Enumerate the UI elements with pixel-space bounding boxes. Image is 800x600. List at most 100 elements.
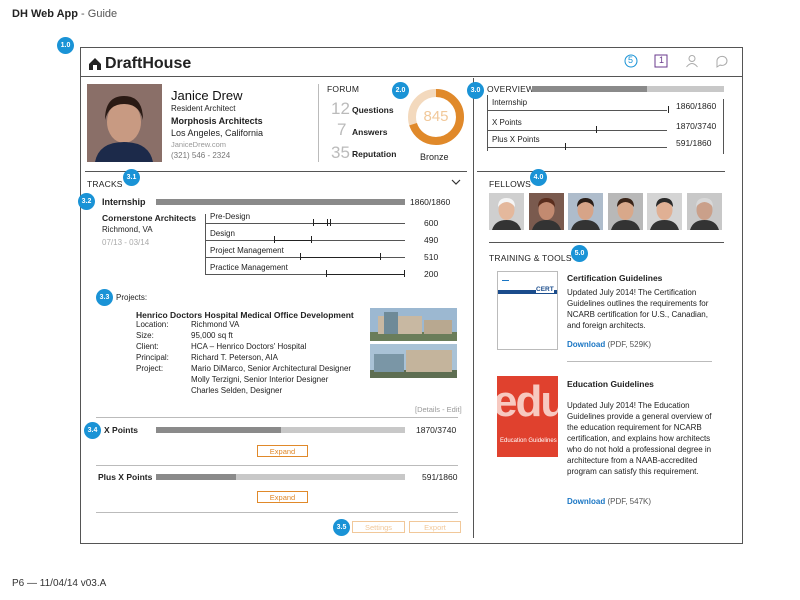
app-logo[interactable]: DraftHouse bbox=[88, 55, 191, 73]
thumb-line bbox=[502, 280, 509, 281]
fellow-avatar[interactable] bbox=[568, 193, 603, 230]
xpoints-value: 1870/3740 bbox=[416, 425, 457, 435]
profile-email[interactable]: JaniceDrew.com bbox=[171, 140, 226, 149]
project-image-exterior[interactable] bbox=[370, 308, 457, 341]
overview-row-label: Internship bbox=[492, 98, 528, 107]
file-meta: (PDF, 547K) bbox=[607, 497, 652, 506]
notifications-button[interactable]: 5 bbox=[624, 54, 638, 68]
project-detail-value: Richard T. Peterson, AIA bbox=[191, 353, 279, 362]
category-marker bbox=[300, 253, 301, 260]
chat-button[interactable] bbox=[715, 54, 729, 68]
overview-rows-right-bracket bbox=[723, 99, 724, 154]
annotation-badge: 3.5 bbox=[333, 519, 350, 536]
project-detail-value: Charles Selden, Designer bbox=[191, 386, 283, 395]
category-range bbox=[300, 257, 380, 258]
project-detail-value: Richmond VA bbox=[191, 320, 240, 329]
category-range bbox=[274, 240, 311, 241]
questions-label[interactable]: Questions bbox=[352, 105, 394, 115]
fellow-avatar[interactable] bbox=[647, 193, 682, 230]
overview-row-line bbox=[487, 147, 667, 148]
download-link[interactable]: Download bbox=[567, 497, 605, 506]
fellow-portrait-illustration bbox=[607, 193, 643, 230]
project-details-edit-link[interactable]: [Details - Edit] bbox=[415, 405, 462, 414]
edu-guidelines-title[interactable]: Education Guidelines bbox=[567, 379, 654, 389]
chat-bubble-icon bbox=[716, 55, 728, 68]
category-marker bbox=[404, 270, 405, 277]
internship-value: 1860/1860 bbox=[410, 197, 451, 207]
plusx-progress-fill bbox=[156, 474, 236, 480]
fellow-portrait-illustration bbox=[489, 193, 524, 230]
doc-footer: P6 — 11/04/14 v03.A bbox=[12, 578, 107, 589]
internship-dates: 07/13 - 03/14 bbox=[102, 238, 150, 247]
file-meta: (PDF, 529K) bbox=[607, 340, 652, 349]
overview-row-marker bbox=[565, 143, 566, 150]
project-detail-value: HCA – Henrico Doctors' Hospital bbox=[191, 342, 307, 351]
cert-guidelines-title[interactable]: Certification Guidelines bbox=[567, 273, 662, 283]
annotation-badge: 3.2 bbox=[78, 193, 95, 210]
training-heading: TRAINING & TOOLS bbox=[489, 253, 572, 263]
overview-row-value: 1860/1860 bbox=[676, 101, 717, 111]
xpoints-expand-button[interactable]: Expand bbox=[257, 445, 308, 457]
forum-heading: FORUM bbox=[327, 84, 360, 94]
project-image-entrance[interactable] bbox=[370, 344, 457, 378]
reputation-label[interactable]: Reputation bbox=[352, 149, 396, 159]
settings-button[interactable]: Settings bbox=[352, 521, 405, 533]
project-detail-key: Client: bbox=[136, 342, 159, 351]
message-count: 1 bbox=[659, 55, 665, 65]
project-detail-key: Size: bbox=[136, 331, 154, 340]
overview-progress-fill bbox=[532, 86, 648, 92]
internship-city: Richmond, VA bbox=[102, 225, 153, 234]
category-marker bbox=[380, 253, 381, 260]
category-line bbox=[205, 223, 405, 224]
overview-row-marker bbox=[668, 106, 669, 113]
plusx-divider bbox=[96, 512, 458, 513]
download-link[interactable]: Download bbox=[567, 340, 605, 349]
category-bracket bbox=[205, 214, 206, 274]
category-value: 510 bbox=[424, 252, 439, 262]
fellow-avatar[interactable] bbox=[489, 193, 524, 230]
cert-guidelines-download[interactable]: Download (PDF, 529K) bbox=[567, 340, 651, 349]
annotation-badge: 5.0 bbox=[571, 245, 588, 262]
plusx-expand-button[interactable]: Expand bbox=[257, 491, 308, 503]
cert-guidelines-thumbnail[interactable]: CERT bbox=[497, 271, 558, 350]
profile-company: Morphosis Architects bbox=[171, 116, 263, 126]
annotation-badge: 4.0 bbox=[530, 169, 547, 186]
projects-divider bbox=[96, 417, 458, 418]
tracks-divider bbox=[85, 171, 467, 172]
project-title[interactable]: Henrico Doctors Hospital Medical Office … bbox=[136, 310, 354, 320]
logo-text: DraftHouse bbox=[105, 55, 192, 72]
category-value: 200 bbox=[424, 269, 439, 279]
overview-row-marker bbox=[596, 126, 597, 133]
category-label: Design bbox=[210, 229, 235, 238]
internship-label: Internship bbox=[102, 197, 146, 207]
edu-guidelines-thumbnail[interactable]: edu Education Guidelines bbox=[497, 376, 558, 457]
profile-name: Janice Drew bbox=[171, 88, 243, 103]
building-photo-illustration bbox=[370, 344, 457, 378]
internship-progress-fill bbox=[156, 199, 405, 205]
topbar-divider bbox=[80, 76, 743, 77]
export-button[interactable]: Export bbox=[409, 521, 461, 533]
house-icon bbox=[89, 58, 101, 70]
plusx-value: 591/1860 bbox=[422, 472, 458, 482]
fellow-avatar[interactable] bbox=[528, 193, 564, 230]
messages-button[interactable]: 1 bbox=[654, 54, 668, 68]
category-label: Pre-Design bbox=[210, 212, 251, 221]
project-detail-value: Molly Terzigni, Senior Interior Designer bbox=[191, 375, 329, 384]
category-value: 490 bbox=[424, 235, 439, 245]
overview-row-line bbox=[487, 110, 667, 111]
plusx-label: Plus X Points bbox=[98, 472, 153, 482]
fellow-avatar[interactable] bbox=[686, 193, 722, 230]
questions-count: 12 bbox=[331, 99, 350, 118]
answers-label[interactable]: Answers bbox=[352, 127, 387, 137]
annotation-badge: 1.0 bbox=[57, 37, 74, 54]
building-photo-illustration bbox=[370, 308, 457, 341]
category-marker bbox=[274, 236, 275, 243]
answers-count: 7 bbox=[337, 120, 347, 139]
overview-row-value: 1870/3740 bbox=[676, 121, 717, 131]
profile-button[interactable] bbox=[685, 54, 699, 68]
edu-guidelines-download[interactable]: Download (PDF, 547K) bbox=[567, 497, 651, 506]
fellow-avatar[interactable] bbox=[607, 193, 643, 230]
thumb-label: edu bbox=[497, 377, 558, 426]
chevron-down-icon[interactable] bbox=[451, 178, 461, 186]
annotation-badge: 3.3 bbox=[96, 289, 113, 306]
